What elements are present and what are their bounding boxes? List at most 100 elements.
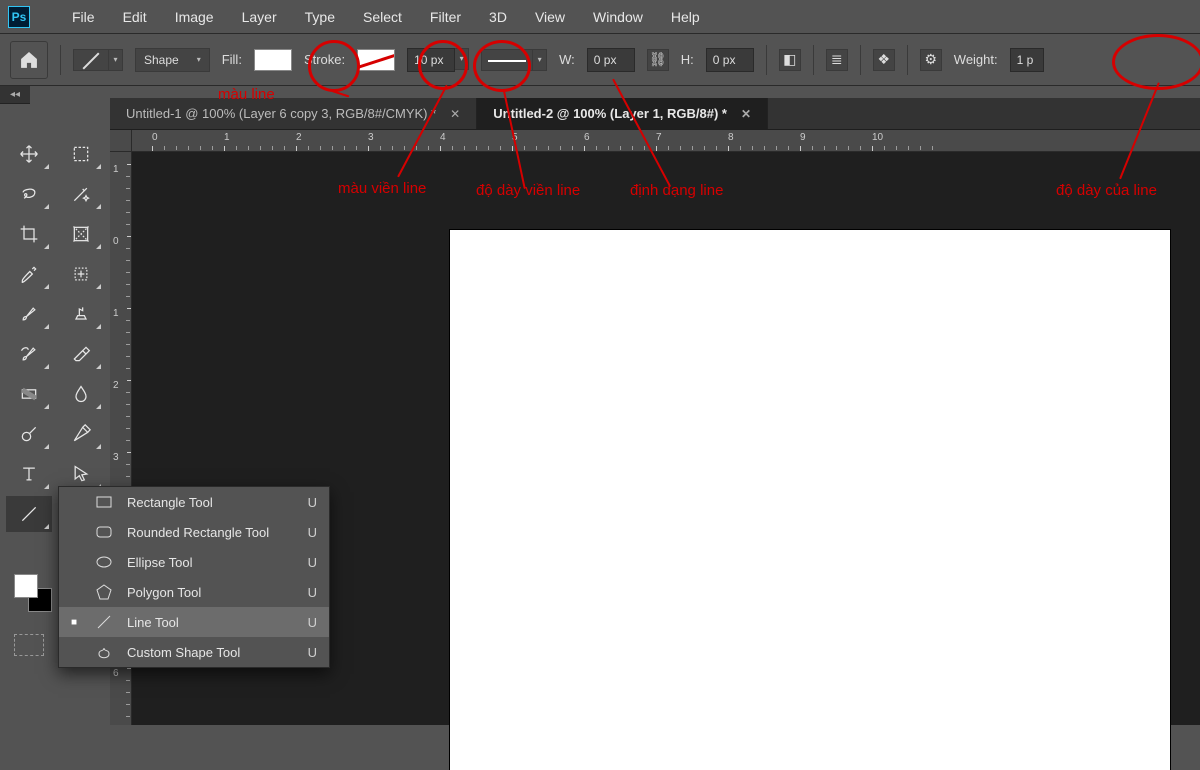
eyedropper-tool[interactable]: [6, 256, 52, 292]
stroke-style-swatch[interactable]: [481, 49, 533, 71]
flyout-item-line[interactable]: ■ Line Tool U: [59, 607, 329, 637]
shape-tool-flyout: Rectangle Tool U Rounded Rectangle Tool …: [58, 486, 330, 668]
stroke-swatch[interactable]: [357, 49, 395, 71]
app-logo: Ps: [8, 6, 30, 28]
menu-select[interactable]: Select: [349, 9, 416, 25]
mode-dropdown[interactable]: Shape ▾: [135, 48, 210, 72]
fill-label: Fill:: [222, 52, 242, 67]
history-brush-tool[interactable]: [6, 336, 52, 372]
quick-mask-toggle[interactable]: [14, 634, 44, 656]
healing-brush-tool[interactable]: [58, 256, 104, 292]
rectangle-icon: [95, 493, 113, 511]
weight-input[interactable]: 1 p: [1010, 48, 1044, 72]
width-label: W:: [559, 52, 575, 67]
brush-tool[interactable]: [6, 296, 52, 332]
stroke-label: Stroke:: [304, 52, 345, 67]
custom-shape-icon: [95, 643, 113, 661]
stroke-width-input[interactable]: 10 px: [407, 48, 455, 72]
annotation-line: [332, 90, 350, 97]
separator: [860, 45, 861, 75]
canvas[interactable]: [450, 230, 1170, 770]
arrange-icon[interactable]: ❖: [873, 49, 895, 71]
fill-swatch[interactable]: [254, 49, 292, 71]
flyout-item-label: Polygon Tool: [127, 585, 294, 600]
flyout-item-rectangle[interactable]: Rectangle Tool U: [59, 487, 329, 517]
chevron-down-icon: ▾: [197, 55, 201, 64]
line-icon: [95, 613, 113, 631]
separator: [813, 45, 814, 75]
type-tool[interactable]: [6, 456, 52, 492]
separator: [766, 45, 767, 75]
dodge-tool[interactable]: [6, 416, 52, 452]
mode-label: Shape: [144, 53, 179, 67]
blur-tool[interactable]: [58, 376, 104, 412]
home-button[interactable]: [10, 41, 48, 79]
slice-tool[interactable]: [58, 216, 104, 252]
eraser-tool[interactable]: [58, 336, 104, 372]
menu-file[interactable]: File: [58, 9, 109, 25]
flyout-item-rounded-rectangle[interactable]: Rounded Rectangle Tool U: [59, 517, 329, 547]
close-icon[interactable]: ✕: [741, 107, 751, 121]
flyout-item-label: Rectangle Tool: [127, 495, 294, 510]
stroke-style-dropdown[interactable]: ▾: [533, 49, 547, 71]
collapse-toolbar-button[interactable]: ◂◂: [0, 86, 30, 104]
document-tabs: Untitled-1 @ 100% (Layer 6 copy 3, RGB/8…: [110, 98, 1200, 130]
weight-label: Weight:: [954, 52, 998, 67]
flyout-item-shortcut: U: [308, 645, 317, 660]
crop-tool[interactable]: [6, 216, 52, 252]
menu-view[interactable]: View: [521, 9, 579, 25]
flyout-item-label: Custom Shape Tool: [127, 645, 294, 660]
separator: [907, 45, 908, 75]
menu-3d[interactable]: 3D: [475, 9, 521, 25]
tab-title: Untitled-2 @ 100% (Layer 1, RGB/8#) *: [493, 106, 727, 121]
clone-stamp-tool[interactable]: [58, 296, 104, 332]
rounded-rectangle-icon: [95, 523, 113, 541]
magic-wand-tool[interactable]: [58, 176, 104, 212]
selected-mark: ■: [71, 617, 81, 628]
flyout-item-label: Rounded Rectangle Tool: [127, 525, 294, 540]
flyout-item-shortcut: U: [308, 615, 317, 630]
polygon-icon: [95, 583, 113, 601]
move-tool[interactable]: [6, 136, 52, 172]
height-input[interactable]: 0 px: [706, 48, 754, 72]
path-operations-icon[interactable]: ◧: [779, 49, 801, 71]
gradient-tool[interactable]: [6, 376, 52, 412]
horizontal-ruler[interactable]: 012345678910: [132, 130, 1200, 152]
document-tab[interactable]: Untitled-2 @ 100% (Layer 1, RGB/8#) * ✕: [477, 98, 768, 129]
flyout-item-ellipse[interactable]: Ellipse Tool U: [59, 547, 329, 577]
ruler-origin[interactable]: [110, 130, 132, 152]
menu-help[interactable]: Help: [657, 9, 714, 25]
close-icon[interactable]: ✕: [450, 107, 460, 121]
marquee-tool[interactable]: [58, 136, 104, 172]
flyout-item-shortcut: U: [308, 495, 317, 510]
flyout-item-custom-shape[interactable]: Custom Shape Tool U: [59, 637, 329, 667]
height-label: H:: [681, 52, 694, 67]
flyout-item-polygon[interactable]: Polygon Tool U: [59, 577, 329, 607]
menu-layer[interactable]: Layer: [228, 9, 291, 25]
menu-edit[interactable]: Edit: [109, 9, 161, 25]
width-input[interactable]: 0 px: [587, 48, 635, 72]
tool-preset-icon[interactable]: [73, 49, 109, 71]
pen-tool[interactable]: [58, 416, 104, 452]
foreground-color-swatch[interactable]: [14, 574, 38, 598]
align-edges-icon[interactable]: ≣: [826, 49, 848, 71]
document-tab[interactable]: Untitled-1 @ 100% (Layer 6 copy 3, RGB/8…: [110, 98, 477, 129]
tab-title: Untitled-1 @ 100% (Layer 6 copy 3, RGB/8…: [126, 106, 436, 121]
flyout-item-label: Ellipse Tool: [127, 555, 294, 570]
menu-type[interactable]: Type: [291, 9, 349, 25]
color-swatches[interactable]: [14, 574, 54, 614]
line-tool[interactable]: [6, 496, 52, 532]
stroke-width-dropdown[interactable]: ▾: [455, 48, 469, 70]
flyout-item-shortcut: U: [308, 585, 317, 600]
link-wh-icon[interactable]: ⛓: [647, 49, 669, 71]
menu-window[interactable]: Window: [579, 9, 657, 25]
gear-icon[interactable]: ⚙: [920, 49, 942, 71]
menu-bar: Ps File Edit Image Layer Type Select Fil…: [0, 0, 1200, 34]
separator: [60, 45, 61, 75]
tool-preset-dropdown[interactable]: ▾: [109, 49, 123, 71]
menu-image[interactable]: Image: [161, 9, 228, 25]
flyout-item-label: Line Tool: [127, 615, 294, 630]
ellipse-icon: [95, 553, 113, 571]
menu-filter[interactable]: Filter: [416, 9, 475, 25]
lasso-tool[interactable]: [6, 176, 52, 212]
